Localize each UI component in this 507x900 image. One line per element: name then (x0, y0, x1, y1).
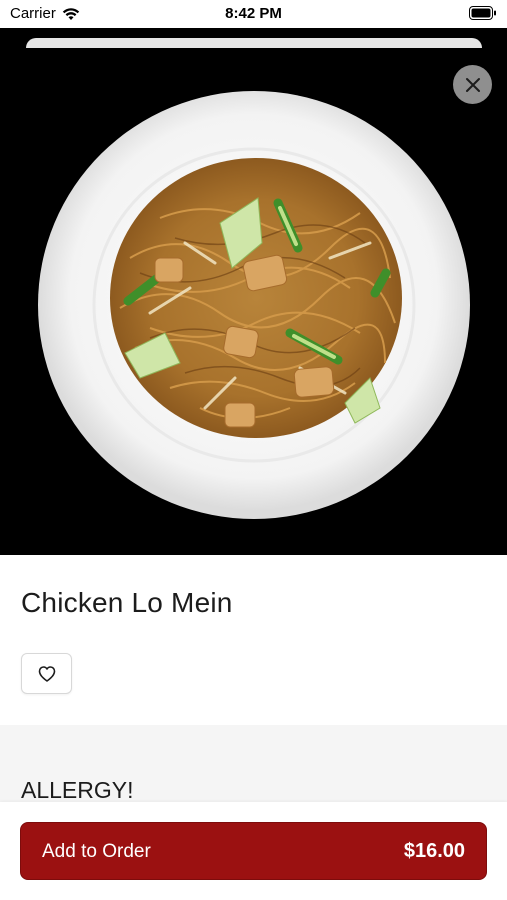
bottom-order-bar: Add to Order $16.00 (0, 802, 507, 900)
status-bar: Carrier 8:42 PM (0, 0, 507, 28)
add-to-order-label: Add to Order (42, 841, 151, 862)
close-button[interactable] (453, 65, 492, 104)
noodle-plate-photo (38, 91, 470, 519)
allergy-title: ALLERGY! (21, 777, 134, 803)
heart-icon (38, 665, 55, 682)
item-hero-image (0, 48, 507, 555)
add-to-order-button[interactable]: Add to Order $16.00 (20, 822, 487, 880)
order-price: $16.00 (403, 840, 465, 862)
close-icon (465, 77, 480, 92)
battery-icon (469, 6, 496, 20)
favorite-button[interactable] (21, 653, 72, 694)
status-time: 8:42 PM (225, 5, 282, 22)
item-title: Chicken Lo Mein (21, 587, 233, 618)
